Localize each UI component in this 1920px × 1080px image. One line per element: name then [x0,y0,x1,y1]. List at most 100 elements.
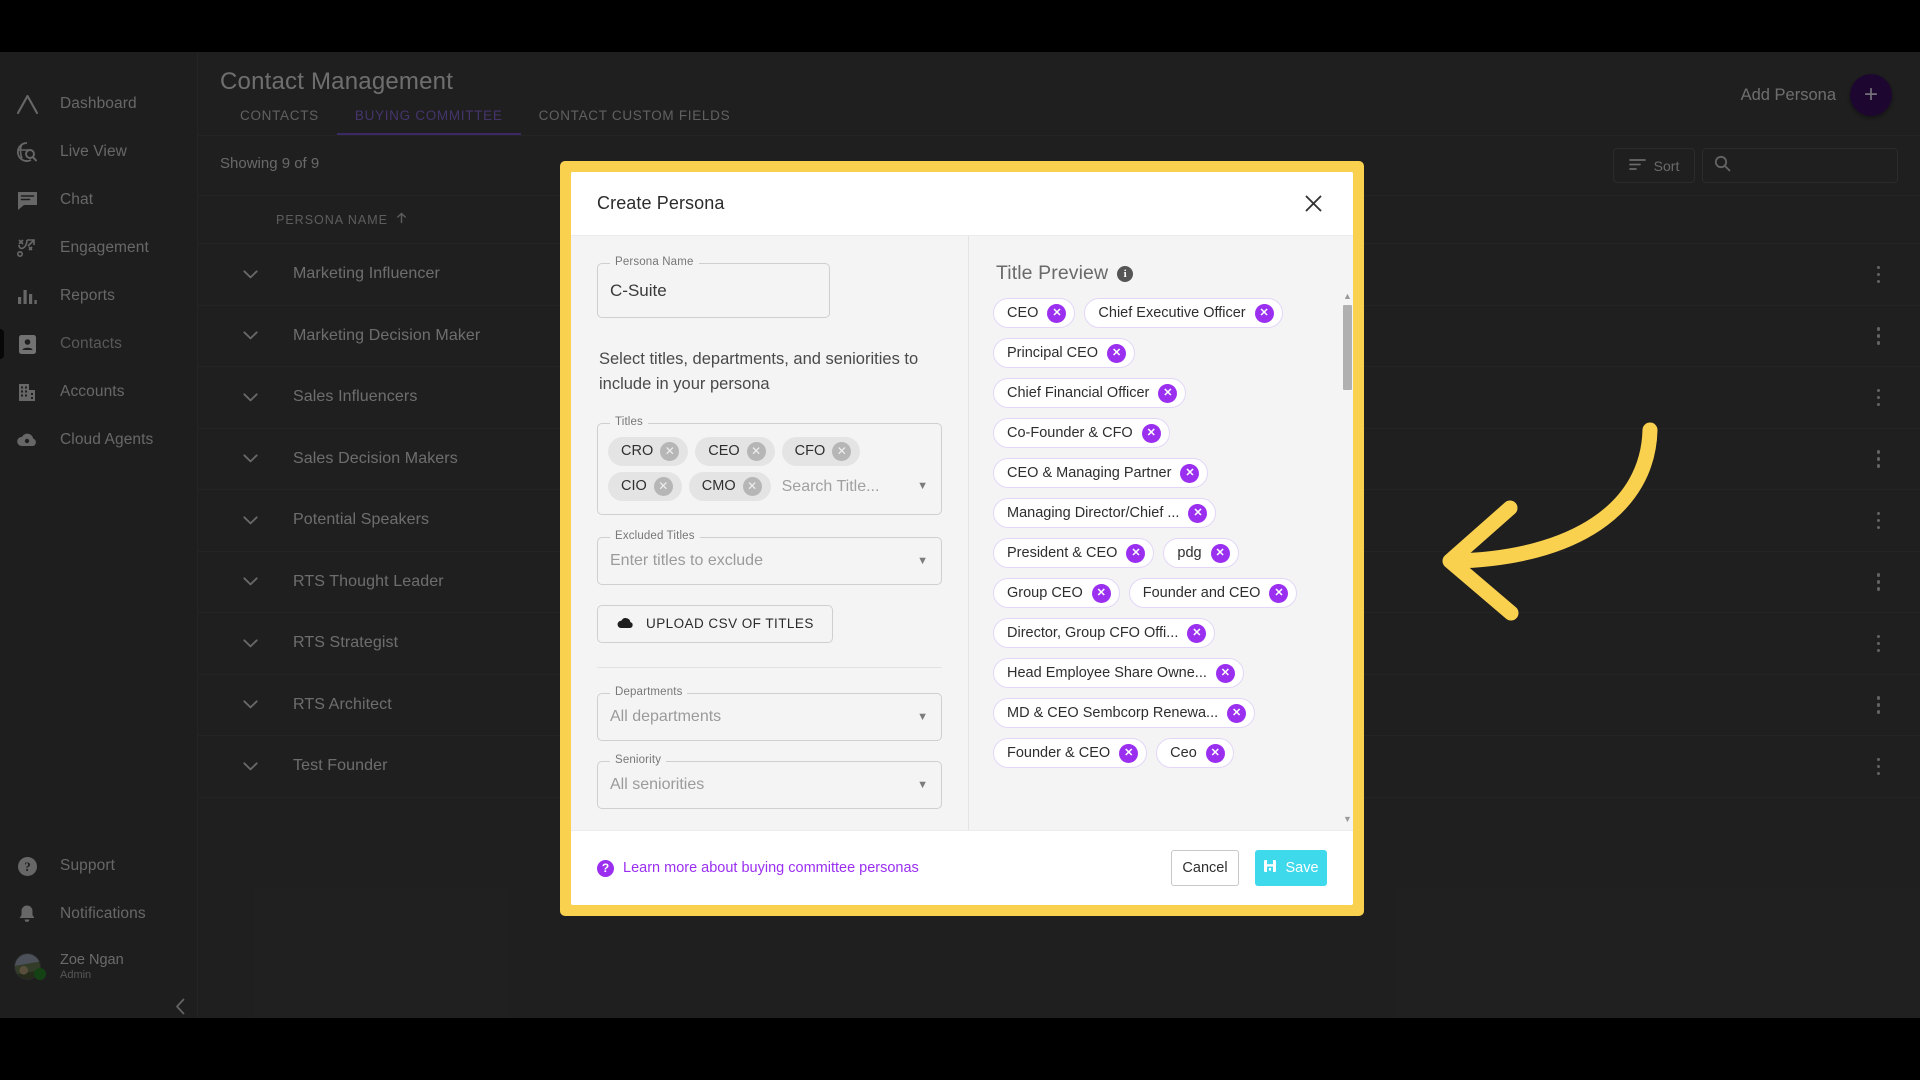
save-label: Save [1285,860,1319,876]
remove-chip-icon[interactable]: ✕ [1126,543,1146,563]
title-chip-label: CFO [794,443,826,459]
title-preview-chip-label: Head Employee Share Owne... [1007,665,1207,681]
excluded-titles-placeholder: Enter titles to exclude [610,551,763,569]
chevron-down-icon[interactable]: ▼ [917,711,928,723]
title-preview-chip-label: Chief Financial Officer [1007,385,1150,401]
create-persona-modal: Create Persona Persona Name C-Suite Sele… [571,172,1353,905]
remove-chip-icon[interactable]: ✕ [742,476,762,496]
title-preview-chip-label: Founder & CEO [1007,745,1111,761]
remove-chip-icon[interactable]: ✕ [1269,583,1289,603]
upload-csv-button[interactable]: UPLOAD CSV OF TITLES [597,604,833,643]
title-preview-chip[interactable]: Principal CEO ✕ [993,338,1136,368]
title-preview-scrollbar[interactable]: ▲ ▼ [1342,291,1353,824]
titles-placeholder: Search Title... [781,477,880,495]
remove-chip-icon[interactable]: ✕ [1215,663,1235,683]
title-preview-chip[interactable]: Founder & CEO ✕ [993,738,1148,768]
title-preview-chip[interactable]: CEO ✕ [993,298,1076,328]
title-preview-chip[interactable]: Chief Executive Officer ✕ [1084,298,1283,328]
title-preview-chip-label: Principal CEO [1007,345,1099,361]
persona-name-input[interactable]: C-Suite [597,263,830,318]
remove-chip-icon[interactable]: ✕ [1180,463,1200,483]
seniority-select[interactable]: All seniorities ▼ [597,760,942,809]
scrollbar-thumb[interactable] [1343,305,1352,390]
title-chip-label: CEO [708,443,740,459]
title-preview-chip-label: Chief Executive Officer [1098,305,1246,321]
remove-chip-icon[interactable]: ✕ [1141,423,1161,443]
chevron-down-icon[interactable]: ▼ [917,779,928,791]
remove-chip-icon[interactable]: ✕ [1119,743,1139,763]
remove-chip-icon[interactable]: ✕ [660,441,680,461]
save-button[interactable]: Save [1255,850,1327,886]
title-preview-chip-group: CEO ✕ Chief Executive Officer ✕ Principal CE… [993,298,1335,768]
title-preview-chip[interactable]: Ceo ✕ [1156,738,1234,768]
title-preview-chip[interactable]: pdg ✕ [1163,538,1239,568]
title-preview-scroll-area[interactable]: CEO ✕ Chief Executive Officer ✕ Principal CE… [993,298,1335,830]
info-icon[interactable]: i [1117,265,1134,282]
remove-chip-icon[interactable]: ✕ [1188,503,1208,523]
remove-chip-icon[interactable]: ✕ [832,441,852,461]
highlight-border: Create Persona Persona Name C-Suite Sele… [560,161,1364,916]
remove-chip-icon[interactable]: ✕ [653,476,673,496]
remove-chip-icon[interactable]: ✕ [1047,303,1067,323]
seniority-legend: Seniority [610,753,667,766]
titles-legend: Titles [610,415,648,428]
title-chip[interactable]: CFO ✕ [781,436,861,466]
seniority-placeholder: All seniorities [610,775,705,793]
save-disk-icon [1263,859,1277,877]
cancel-button[interactable]: Cancel [1171,850,1239,886]
excluded-titles-legend: Excluded Titles [610,529,700,542]
remove-chip-icon[interactable]: ✕ [746,441,766,461]
modal-title: Create Persona [597,193,725,213]
title-preview-chip[interactable]: Co-Founder & CFO ✕ [993,418,1170,448]
title-preview-chip[interactable]: Group CEO ✕ [993,578,1120,608]
question-circle-icon: ? [597,859,614,877]
departments-legend: Departments [610,685,688,698]
title-preview-chip-label: pdg [1177,545,1202,561]
helper-text: Select titles, departments, and seniorit… [599,350,919,393]
learn-more-label: Learn more about buying committee person… [623,860,919,876]
chevron-down-icon[interactable]: ▼ [917,555,928,567]
modal-header: Create Persona [571,172,1353,236]
title-preview-chip-label: CEO & Managing Partner [1007,465,1172,481]
excluded-titles-field: Excluded Titles Enter titles to exclude … [597,529,942,585]
title-preview-chip[interactable]: Chief Financial Officer ✕ [993,378,1187,408]
remove-chip-icon[interactable]: ✕ [1107,343,1127,363]
persona-name-legend: Persona Name [610,256,699,268]
learn-more-link[interactable]: ? Learn more about buying committee pers… [597,859,919,877]
title-preview-chip[interactable]: Founder and CEO ✕ [1128,578,1298,608]
caret-up-icon[interactable]: ▲ [1343,291,1352,301]
title-chip[interactable]: CIO ✕ [608,471,682,501]
remove-chip-icon[interactable]: ✕ [1254,303,1274,323]
title-preview-chip-label: MD & CEO Sembcorp Renewa... [1007,705,1219,721]
departments-placeholder: All departments [610,707,722,725]
title-preview-chip-label: Director, Group CFO Offi... [1007,625,1179,641]
title-preview-chip-label: President & CEO [1007,545,1118,561]
excluded-titles-input[interactable]: Enter titles to exclude ▼ [597,536,942,585]
title-preview-heading: Title Preview [996,262,1109,284]
departments-select[interactable]: All departments ▼ [597,692,942,741]
titles-input[interactable]: CRO ✕ CEO ✕ CFO ✕ CIO ✕ CMO ✕ Search Title... ▼ [597,422,942,515]
title-preview-chip[interactable]: Head Employee Share Owne... ✕ [993,658,1244,688]
title-preview-chip[interactable]: Managing Director/Chief ... ✕ [993,498,1217,528]
remove-chip-icon[interactable]: ✕ [1205,743,1225,763]
title-chip[interactable]: CRO ✕ [608,436,689,466]
remove-chip-icon[interactable]: ✕ [1227,703,1247,723]
title-preview-chip[interactable]: President & CEO ✕ [993,538,1155,568]
modal-body: Persona Name C-Suite Select titles, depa… [571,236,1353,830]
modal-left-column: Persona Name C-Suite Select titles, depa… [571,236,969,830]
title-chip[interactable]: CEO ✕ [695,436,775,466]
title-preview-chip-label: Co-Founder & CFO [1007,425,1133,441]
screen: Dashboard Live View Chat [0,0,1920,1080]
remove-chip-icon[interactable]: ✕ [1091,583,1111,603]
title-preview-chip[interactable]: CEO & Managing Partner ✕ [993,458,1209,488]
section-divider [597,666,942,668]
title-preview-chip[interactable]: Director, Group CFO Offi... ✕ [993,618,1216,648]
caret-down-icon[interactable]: ▼ [1343,814,1352,824]
remove-chip-icon[interactable]: ✕ [1158,383,1178,403]
chevron-down-icon[interactable]: ▼ [917,480,928,492]
close-icon[interactable] [1299,190,1327,218]
title-chip[interactable]: CMO ✕ [688,471,771,501]
title-preview-chip[interactable]: MD & CEO Sembcorp Renewa... ✕ [993,698,1256,728]
remove-chip-icon[interactable]: ✕ [1210,543,1230,563]
remove-chip-icon[interactable]: ✕ [1187,623,1207,643]
